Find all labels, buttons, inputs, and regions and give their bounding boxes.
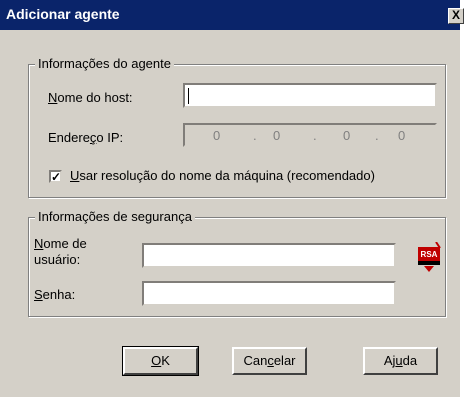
ip-address-input: 0 . 0 . 0 . 0 xyxy=(183,123,437,147)
security-info-legend: Informações de segurança xyxy=(35,209,195,224)
help-button[interactable]: Ajuda xyxy=(363,347,438,375)
ip-octet-3: 0 xyxy=(343,128,351,143)
password-label: Senha: xyxy=(34,287,76,302)
host-name-label: Nome do host: xyxy=(48,90,133,105)
use-name-resolution-checkbox[interactable]: ✓ xyxy=(49,170,62,183)
ip-dot: . xyxy=(313,128,317,143)
password-input[interactable] xyxy=(142,281,396,306)
ip-octet-4: 0 xyxy=(398,128,406,143)
username-label: Nome de usuário: xyxy=(34,236,87,267)
ok-button[interactable]: OK xyxy=(122,346,199,376)
ip-dot: . xyxy=(375,128,379,143)
ip-octet-1: 0 xyxy=(213,128,221,143)
dialog-title: Adicionar agente xyxy=(6,6,120,22)
username-input[interactable] xyxy=(142,243,396,268)
host-name-input[interactable] xyxy=(183,83,437,108)
svg-text:RSA: RSA xyxy=(421,250,438,259)
rsa-secured-logo: RSA xyxy=(418,242,441,272)
title-bar: Adicionar agente X xyxy=(0,0,464,30)
ip-address-label: Endereço IP: xyxy=(48,130,124,145)
add-agent-dialog: Adicionar agente X Informações do agente… xyxy=(0,0,464,397)
checkmark-icon: ✓ xyxy=(51,170,62,184)
use-name-resolution-label: Usar resolução do nome da máquina (recom… xyxy=(70,168,375,183)
cancel-button[interactable]: Cancelar xyxy=(232,347,307,375)
ip-octet-2: 0 xyxy=(273,128,281,143)
text-caret xyxy=(188,88,189,104)
close-icon: X xyxy=(451,8,460,22)
ip-dot: . xyxy=(253,128,257,143)
agent-info-legend: Informações do agente xyxy=(35,56,174,71)
close-button[interactable]: X xyxy=(448,8,464,24)
